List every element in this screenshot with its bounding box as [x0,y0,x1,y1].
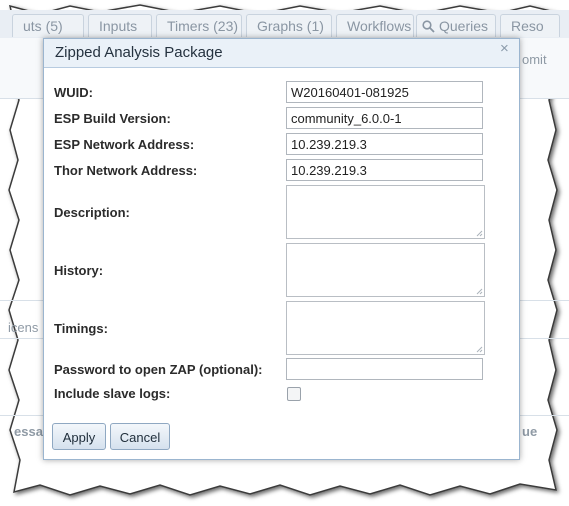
bg-message-fragment: essa [14,424,43,439]
bg-license-fragment: icens [8,320,39,335]
esp-build-version-field[interactable] [286,107,483,129]
history-label: History: [54,263,104,278]
tab-graphs[interactable]: Graphs (1) [246,14,332,37]
tab-queries-label: Queries [439,18,489,34]
tab-resources[interactable]: Reso [500,14,560,37]
wuid-field[interactable] [286,81,483,103]
esp-build-version-label: ESP Build Version: [54,111,171,126]
include-slave-logs-checkbox[interactable] [287,387,301,401]
resize-grip-icon[interactable] [475,229,483,237]
dialog-title: Zipped Analysis Package [55,44,223,61]
timings-textarea[interactable] [286,301,485,355]
dialog-footer: Apply Cancel [44,415,519,459]
thor-network-address-label: Thor Network Address: [54,163,198,178]
wuid-label: WUID: [54,85,93,100]
cancel-button[interactable]: Cancel [110,423,170,450]
timings-label: Timings: [54,321,108,336]
resize-grip-icon[interactable] [475,345,483,353]
esp-network-address-field[interactable] [286,133,483,155]
zipped-analysis-package-dialog: Zipped Analysis Package × WUID: ESP Buil… [43,38,520,460]
dialog-titlebar[interactable]: Zipped Analysis Package × [44,39,519,68]
tab-bar: uts (5) Inputs Timers (23) Graphs (1) Wo… [0,10,569,39]
bg-ue-fragment: ue [522,424,538,439]
password-field[interactable] [286,358,483,380]
search-icon [422,20,435,33]
description-textarea[interactable] [286,185,485,239]
thor-network-address-field[interactable] [286,159,483,181]
tab-queries[interactable]: Queries [416,14,496,37]
bg-submit-fragment: omit [522,52,547,67]
password-label: Password to open ZAP (optional): [54,362,263,377]
esp-network-address-label: ESP Network Address: [54,137,195,152]
tab-timers[interactable]: Timers (23) [156,14,242,37]
description-label: Description: [54,205,130,220]
include-slave-logs-label: Include slave logs: [54,386,171,401]
tab-outputs[interactable]: uts (5) [12,14,84,37]
apply-button[interactable]: Apply [52,423,106,450]
tab-inputs[interactable]: Inputs [88,14,152,37]
resize-grip-icon[interactable] [475,287,483,295]
history-textarea[interactable] [286,243,485,297]
close-icon[interactable]: × [500,40,509,57]
tab-workflows[interactable]: Workflows [336,14,414,37]
